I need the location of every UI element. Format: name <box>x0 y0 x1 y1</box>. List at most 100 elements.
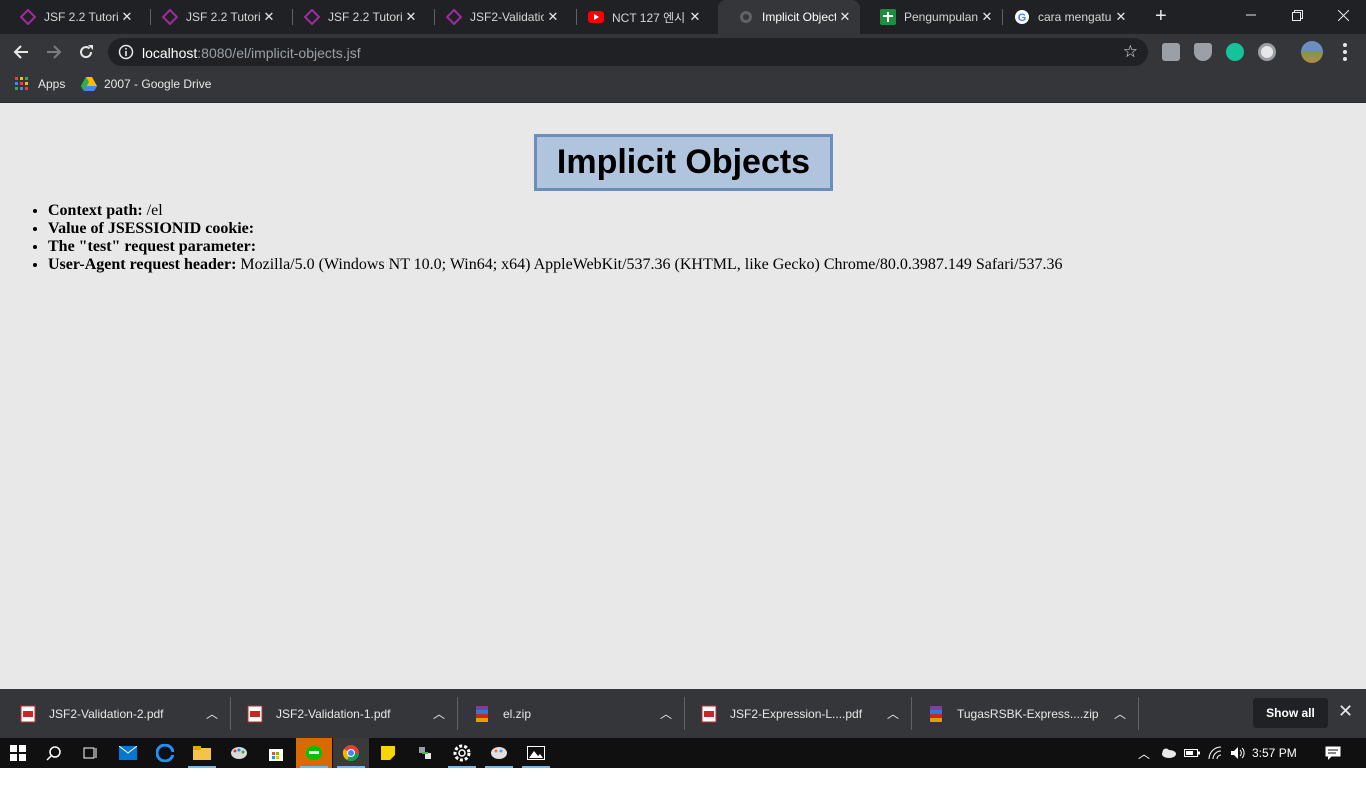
chevron-up-icon[interactable]: ︿ <box>1105 705 1135 722</box>
google-icon: G <box>1014 9 1030 25</box>
info-icon[interactable] <box>118 44 134 60</box>
task-view-icon[interactable] <box>72 738 108 768</box>
browser-toolbar: localhost:8080/el/implicit-objects.jsf ☆ <box>0 34 1366 70</box>
minimize-icon[interactable] <box>1228 0 1274 30</box>
battery-icon[interactable] <box>1184 745 1200 761</box>
paint-icon[interactable] <box>221 738 257 768</box>
close-downloads-icon[interactable]: ✕ <box>1338 701 1353 722</box>
classroom-icon <box>880 9 896 25</box>
wifi-icon[interactable] <box>1208 745 1224 761</box>
bookmark-google-drive[interactable]: 2007 - Google Drive <box>81 77 211 91</box>
back-arrow-icon[interactable] <box>10 41 32 63</box>
settings-gear-icon[interactable] <box>444 738 480 768</box>
sticky-notes-icon[interactable] <box>370 738 406 768</box>
bookmarks-bar: Apps 2007 - Google Drive <box>0 70 1366 103</box>
browser-tab[interactable]: JSF 2.2 Tutorial ✕ <box>142 0 284 34</box>
item-label: Context path: <box>48 202 143 219</box>
download-filename: JSF2-Validation-2.pdf <box>49 706 164 721</box>
search-icon[interactable] <box>36 738 72 768</box>
extension-chat-icon[interactable] <box>1162 43 1180 61</box>
network-tool-icon[interactable] <box>407 738 443 768</box>
close-icon[interactable]: ✕ <box>836 9 854 25</box>
chrome-icon[interactable] <box>333 738 369 768</box>
volume-icon[interactable] <box>1230 745 1246 761</box>
taskbar-clock[interactable]: 3:57 PM <box>1252 746 1297 760</box>
address-bar[interactable]: localhost:8080/el/implicit-objects.jsf ☆ <box>108 38 1148 66</box>
chevron-up-icon[interactable]: ︿ <box>651 705 681 722</box>
windows-taskbar: ︿ 3:57 PM <box>0 738 1366 768</box>
paint-3d-icon[interactable] <box>481 738 517 768</box>
screen-margin <box>0 768 1366 800</box>
url-path: :8080/el/implicit-objects.jsf <box>197 45 361 61</box>
chevron-up-icon[interactable]: ︿ <box>424 705 454 722</box>
browser-tab[interactable]: JSF 2.2 Tutorial ✕ <box>284 0 426 34</box>
list-item: The "test" request parameter: <box>48 238 1062 256</box>
download-item[interactable]: JSF2-Validation-2.pdf ︿ <box>0 689 227 738</box>
action-center-icon[interactable] <box>1325 745 1341 761</box>
item-label: The "test" request parameter: <box>48 238 257 255</box>
tab-title: JSF2-Validation <box>470 10 544 24</box>
apps-grid-icon <box>15 77 29 91</box>
jsf-favicon-icon <box>304 9 320 25</box>
bookmark-apps[interactable]: Apps <box>15 77 65 91</box>
mail-icon[interactable] <box>110 738 146 768</box>
list-item: User-Agent request header: Mozilla/5.0 (… <box>48 256 1062 274</box>
implicit-objects-list: Context path: /el Value of JSESSIONID co… <box>0 202 1062 274</box>
reload-icon[interactable] <box>75 41 97 63</box>
download-item[interactable]: JSF2-Expression-L....pdf ︿ <box>681 689 908 738</box>
browser-tab[interactable]: Pengumpulan ✕ <box>860 0 1002 34</box>
photos-icon[interactable] <box>518 738 554 768</box>
windows-start-icon[interactable] <box>0 738 36 768</box>
close-icon[interactable]: ✕ <box>402 9 420 25</box>
profile-avatar[interactable] <box>1301 41 1323 63</box>
browser-tab[interactable]: JSF 2.2 Tutorial ✕ <box>0 0 142 34</box>
close-icon[interactable]: ✕ <box>118 9 136 25</box>
close-icon[interactable]: ✕ <box>686 9 704 25</box>
file-explorer-icon[interactable] <box>184 738 220 768</box>
download-item[interactable]: el.zip ︿ <box>454 689 681 738</box>
browser-tab-active[interactable]: Implicit Objects ✕ <box>718 0 860 34</box>
line-app-icon[interactable] <box>296 738 332 768</box>
svg-text:G: G <box>1018 12 1027 24</box>
download-item[interactable]: JSF2-Validation-1.pdf ︿ <box>227 689 454 738</box>
new-tab-button[interactable]: + <box>1155 6 1167 26</box>
bookmark-label: Apps <box>38 77 66 91</box>
page-content: Implicit Objects Context path: /el Value… <box>0 103 1366 689</box>
tab-title: JSF 2.2 Tutorial <box>328 10 402 24</box>
jsf-favicon-icon <box>446 9 462 25</box>
store-icon[interactable] <box>258 738 294 768</box>
show-all-button[interactable]: Show all <box>1253 698 1328 728</box>
tab-strip: JSF 2.2 Tutorial ✕ JSF 2.2 Tutorial ✕ JS… <box>0 0 1366 34</box>
close-icon[interactable]: ✕ <box>260 9 278 25</box>
globe-icon <box>738 9 754 25</box>
browser-tab[interactable]: JSF2-Validation ✕ <box>426 0 568 34</box>
edge-icon[interactable] <box>147 738 183 768</box>
download-filename: JSF2-Expression-L....pdf <box>730 706 863 721</box>
jsf-favicon-icon <box>162 9 178 25</box>
grammarly-icon[interactable] <box>1226 43 1244 61</box>
chevron-up-icon[interactable]: ︿ <box>197 705 227 722</box>
close-icon[interactable]: ✕ <box>544 9 562 25</box>
winrar-icon <box>928 705 946 723</box>
browser-tab[interactable]: NCT 127 엔시티 ✕ <box>568 0 710 34</box>
chevron-up-icon[interactable]: ︿ <box>878 705 908 722</box>
pdf-icon <box>247 705 265 723</box>
pdf-icon <box>20 705 38 723</box>
tab-title: NCT 127 엔시티 <box>612 10 686 25</box>
download-filename: JSF2-Validation-1.pdf <box>276 706 391 721</box>
close-icon[interactable]: ✕ <box>1112 9 1130 25</box>
restore-icon[interactable] <box>1274 0 1320 30</box>
url-text[interactable]: localhost:8080/el/implicit-objects.jsf <box>142 45 361 61</box>
tab-title: Implicit Objects <box>762 10 836 24</box>
forward-arrow-icon[interactable] <box>43 41 65 63</box>
browser-tab[interactable]: G cara mengatur ✕ <box>994 0 1136 34</box>
download-filename: el.zip <box>503 706 532 721</box>
extension-record-icon[interactable] <box>1258 43 1276 61</box>
extension-shield-icon[interactable] <box>1194 43 1212 61</box>
download-item[interactable]: TugasRSBK-Express....zip ︿ <box>908 689 1135 738</box>
window-close-icon[interactable] <box>1320 0 1366 30</box>
bookmark-star-icon[interactable]: ☆ <box>1123 42 1138 62</box>
chevron-up-icon[interactable]: ︿ <box>1136 745 1152 761</box>
browser-menu-icon[interactable] <box>1338 42 1352 62</box>
onedrive-icon[interactable] <box>1160 745 1176 761</box>
